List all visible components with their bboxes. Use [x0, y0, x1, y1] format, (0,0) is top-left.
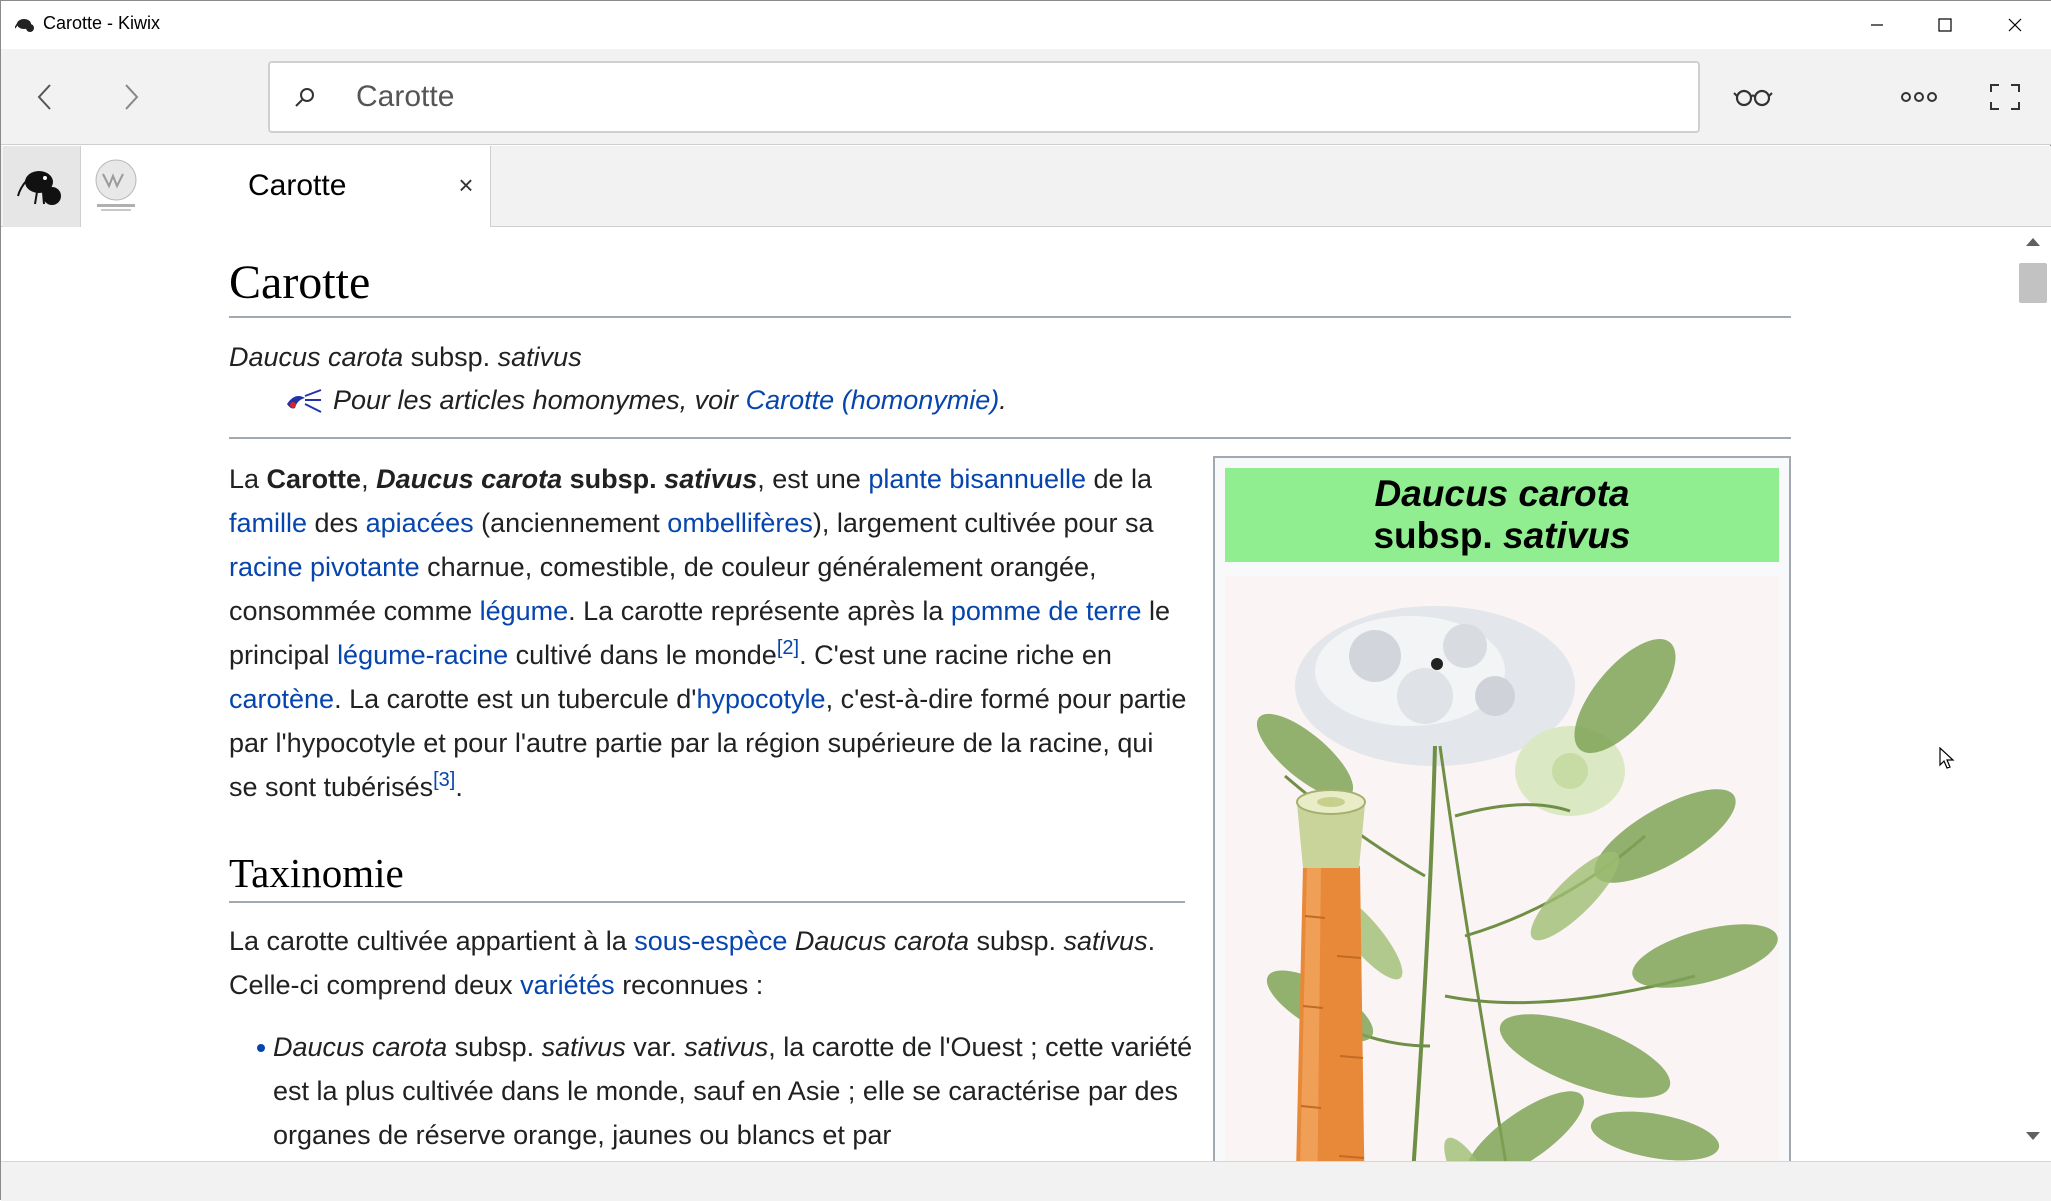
minimize-icon: [1871, 24, 1883, 26]
hatnote-prefix: Pour les articles homonymes, voir: [333, 385, 746, 415]
reference-3[interactable]: [3]: [433, 769, 455, 791]
toolbar: [1, 49, 2051, 145]
link-legume-racine[interactable]: légume-racine: [337, 640, 508, 670]
mouse-cursor-icon: [1939, 747, 1955, 769]
minimize-button[interactable]: [1843, 1, 1911, 49]
link-ombelliferes[interactable]: ombellifères: [667, 508, 813, 538]
subtitle-rank: subsp.: [403, 342, 498, 372]
tab-title: Carotte: [248, 169, 347, 202]
home-tab[interactable]: [3, 146, 81, 227]
kiwix-logo-icon: [15, 19, 34, 32]
maximize-icon: [1938, 18, 1952, 32]
more-options-button[interactable]: [1895, 73, 1943, 121]
fullscreen-icon: [1990, 84, 2020, 110]
status-bar: [1, 1161, 2051, 1201]
back-arrow-icon: [37, 84, 51, 110]
link-apiacees[interactable]: apiacées: [366, 508, 474, 538]
tab-article[interactable]: Carotte ×: [81, 146, 491, 228]
page-title: Carotte: [229, 255, 1791, 318]
back-button[interactable]: [21, 73, 69, 121]
link-famille[interactable]: famille: [229, 508, 307, 538]
subtitle-species: Daucus carota: [229, 342, 404, 372]
link-hypocotyle[interactable]: hypocotyle: [696, 684, 825, 714]
maximize-button[interactable]: [1911, 1, 1979, 49]
search-input[interactable]: [354, 73, 1654, 121]
article-view[interactable]: Carotte Daucus carota subsp. sativus Pou…: [1, 227, 2015, 1161]
link-sous-espece[interactable]: sous-espèce: [634, 926, 787, 956]
taxobox: Daucus carota subsp. sativus: [1213, 456, 1791, 1161]
taxonomy-paragraph: La carotte cultivée appartient à la sous…: [229, 926, 1156, 1000]
link-racine-pivotante[interactable]: racine pivotante: [229, 552, 420, 582]
window-title: Carotte - Kiwix: [43, 13, 161, 33]
close-icon: [2008, 18, 2022, 32]
vertical-scrollbar[interactable]: [2015, 227, 2051, 1161]
search-box[interactable]: [268, 61, 1700, 133]
scroll-down-arrow-icon[interactable]: [2025, 1131, 2041, 1141]
hatnote: Pour les articles homonymes, voir Carott…: [283, 385, 1007, 416]
wikipedia-logo-icon: [95, 159, 137, 211]
close-window-button[interactable]: [1981, 1, 2049, 49]
search-icon: [295, 88, 314, 107]
reading-mode-button[interactable]: [1729, 73, 1777, 121]
scrollbar-thumb[interactable]: [2019, 263, 2047, 303]
reading-glasses-icon: [1733, 89, 1773, 107]
hatnote-suffix: .: [999, 385, 1007, 415]
fullscreen-button[interactable]: [1981, 73, 2029, 121]
section-heading-taxinomie: Taxinomie: [229, 849, 1185, 903]
taxobox-title: Daucus carota subsp. sativus: [1225, 468, 1779, 562]
link-plante-bisannuelle[interactable]: plante bisannuelle: [868, 464, 1086, 494]
divider: [229, 437, 1791, 439]
carrot-plant-image: [1256, 606, 1778, 1161]
link-carotene[interactable]: carotène: [229, 684, 334, 714]
tab-close-button[interactable]: ×: [451, 170, 481, 200]
kiwix-logo-icon: [16, 170, 61, 205]
title-bar: Carotte - Kiwix: [1, 1, 2051, 49]
carrot-illustration[interactable]: [1225, 576, 1779, 1161]
intro-paragraph: La Carotte, Daucus carota subsp. sativus…: [229, 464, 1187, 802]
subtitle-epithet: sativus: [497, 342, 582, 372]
link-varietes[interactable]: variétés: [520, 970, 615, 1000]
reference-2[interactable]: [2]: [777, 637, 799, 659]
taxobox-rank: subsp.: [1373, 515, 1503, 556]
list-item: Daucus carota subsp. sativus var. sativu…: [257, 1025, 1203, 1157]
link-legume[interactable]: légume: [480, 596, 569, 626]
article-subtitle: Daucus carota subsp. sativus: [229, 342, 582, 373]
variety-list: Daucus carota subsp. sativus var. sativu…: [243, 1025, 1203, 1157]
forward-button[interactable]: [107, 73, 155, 121]
scroll-up-arrow-icon[interactable]: [2025, 237, 2041, 247]
tab-strip: Carotte ×: [1, 146, 2051, 228]
taxobox-epithet: sativus: [1503, 515, 1631, 556]
link-carotte-homonymie[interactable]: Carotte (homonymie): [746, 385, 1000, 415]
close-icon: ×: [458, 169, 474, 200]
taxobox-species: Daucus carota: [1374, 473, 1630, 514]
disambiguation-icon: [287, 388, 322, 413]
forward-arrow-icon: [125, 84, 139, 110]
link-pomme-de-terre[interactable]: pomme de terre: [951, 596, 1142, 626]
more-options-icon: [1901, 92, 1937, 102]
app-window: Carotte - Kiwix Carotte Carotte × Carott…: [0, 0, 2051, 1201]
hatnote-text: Pour les articles homonymes, voir Carott…: [333, 385, 1007, 416]
